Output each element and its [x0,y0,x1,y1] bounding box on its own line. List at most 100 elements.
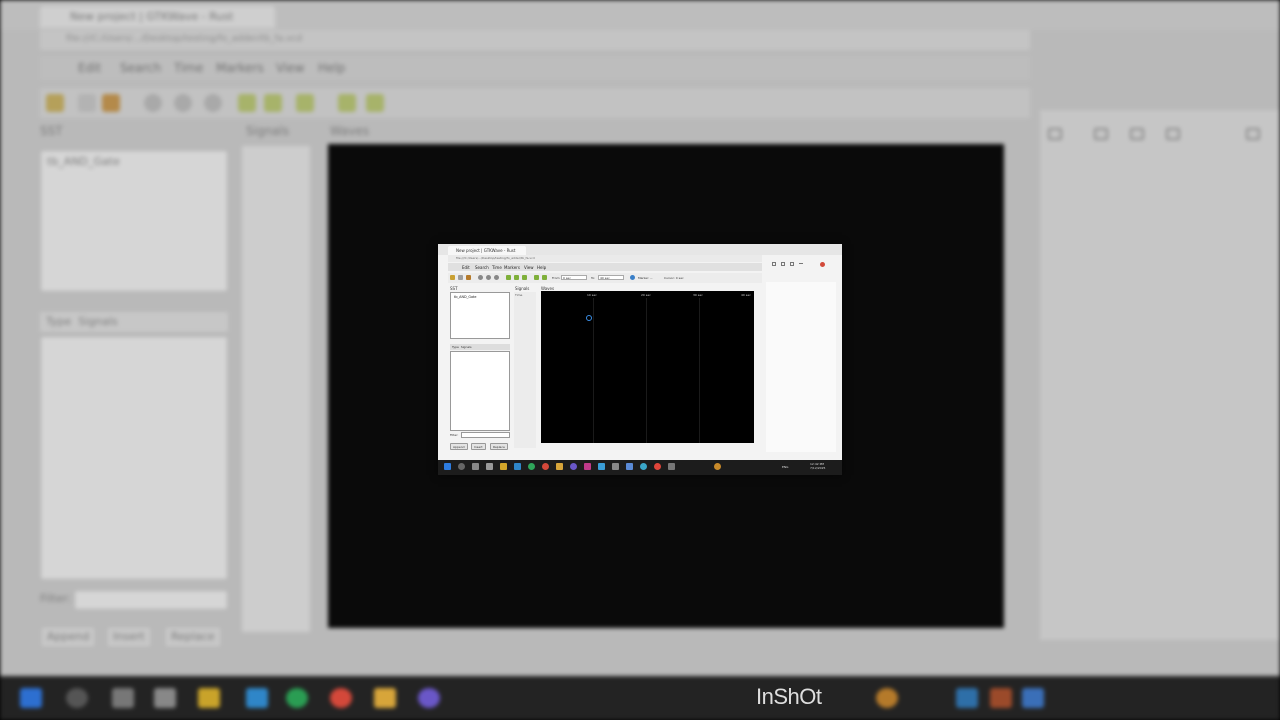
signal-type-list[interactable] [450,351,510,431]
time-tick: 10 sec [587,293,597,297]
bg-prev-icon [264,94,282,112]
bg-open-icon [46,94,64,112]
bg-signals-label: Signals [78,315,118,328]
append-button[interactable]: Append [450,443,468,450]
task-view-icon[interactable] [472,463,479,470]
bg-menu-markers: Markers [216,61,264,75]
browser-controls [772,260,836,268]
chrome-icon[interactable] [542,463,549,470]
video-frame: New project | GTKWave - Rust file:///C:/… [0,0,1280,720]
clock-date: 7/12/2025 [810,466,826,470]
bg-app-icon-1 [154,688,176,708]
menu-edit[interactable]: Edit [462,265,470,270]
from-label: From: [552,276,561,280]
edge-icon[interactable] [640,463,647,470]
save-icon[interactable] [458,275,463,280]
app-icon[interactable] [570,463,577,470]
profile-icon[interactable] [820,262,825,267]
first-edge-icon[interactable] [506,275,511,280]
browser-tab[interactable]: New project | GTKWave - Rust [448,246,526,255]
system-clock[interactable]: 12:42 PM 7/12/2025 [810,462,825,470]
refresh-icon[interactable] [781,262,785,266]
wave-canvas[interactable]: 10 sec 20 sec 30 sec 40 sec [541,291,754,443]
bg-right-pane [1040,110,1280,640]
signals-column-header: Signals [460,345,472,349]
bg-left-arrow-icon [338,94,356,112]
filter-input[interactable] [461,432,510,438]
replace-button[interactable]: Replace [490,443,508,450]
bg-zoom-in-icon [174,94,192,112]
open-icon[interactable] [450,275,455,280]
bg-insert-button: Insert [106,626,152,648]
language-indicator[interactable]: ENG [782,465,788,469]
bg-replace-button: Replace [164,626,222,648]
bg-menu-help: Help [318,61,346,75]
menu-markers[interactable]: Markers [504,265,520,270]
bg-first-icon [238,94,256,112]
signals-time-row: Time [515,293,523,297]
app-icon[interactable] [584,463,591,470]
bg-menu-search: Search [120,61,162,75]
time-tick: 40 sec [741,293,751,297]
menu-view[interactable]: View [524,265,534,270]
insert-button[interactable]: Insert [471,443,486,450]
bg-app-icon-4 [418,688,440,708]
zoom-out-icon[interactable] [494,275,499,280]
bg-next-icon [296,94,314,112]
folder-icon[interactable] [556,463,563,470]
tray-app-icon[interactable] [714,463,721,470]
bg-sst-header: SST [40,124,63,138]
clipboard-icon[interactable] [466,275,471,280]
bg-pane-icon-3 [1130,128,1144,140]
to-input[interactable]: 40 sec [598,275,624,280]
prev-edge-icon[interactable] [514,275,519,280]
bg-tray-icon-4 [1022,688,1044,708]
menu-search[interactable]: Search [475,265,489,270]
bg-filter-input [74,590,228,610]
menu-time[interactable]: Time [492,265,502,270]
app-icon[interactable] [626,463,633,470]
zoom-fit-icon[interactable] [478,275,483,280]
bg-signals-column [242,146,310,632]
search-icon[interactable] [458,463,465,470]
to-value: 40 sec [600,276,610,280]
app-icon[interactable] [500,463,507,470]
app-icon[interactable] [486,463,493,470]
left-arrow-icon[interactable] [534,275,539,280]
signals-pane[interactable] [514,292,536,448]
app-icon[interactable] [668,463,675,470]
back-icon[interactable] [772,262,776,266]
bg-tray-icon-1 [876,688,898,708]
app-icon[interactable] [598,463,605,470]
vscode-icon[interactable] [514,463,521,470]
bg-type-list [40,336,228,580]
browser-side-pane [766,282,836,452]
bg-url-bar: file:///C:/Users/.../Desktop/testing/fo_… [40,30,1030,50]
bg-pane-icon-5 [1246,128,1260,140]
bg-zoom-out-icon [204,94,222,112]
mouse-cursor-indicator [586,315,592,321]
signals-pane-header: Signals [515,286,530,291]
start-icon[interactable] [444,463,451,470]
menu-dots-icon[interactable] [799,263,803,264]
next-edge-icon[interactable] [522,275,527,280]
zoom-in-icon[interactable] [486,275,491,280]
whatsapp-icon[interactable] [528,463,535,470]
type-signals-header: Type Signals [450,344,510,350]
url-bar[interactable]: file:///C:/Users/.../Desktop/testing/fo_… [448,255,762,262]
sst-item[interactable]: tb_AND_Gate [454,295,476,299]
settings-icon[interactable] [612,463,619,470]
from-input[interactable]: 0 sec [561,275,587,280]
inshot-watermark: InShOt [756,684,822,709]
bg-start-icon [20,688,42,708]
time-tick: 20 sec [641,293,651,297]
bg-clipboard-icon [102,94,120,112]
app-icon[interactable] [654,463,661,470]
reload-icon[interactable] [630,275,635,280]
menu-help[interactable]: Help [537,265,546,270]
extensions-icon[interactable] [790,262,794,266]
grid-line [699,298,700,443]
bg-type-header: Type Signals [40,312,228,332]
browser-tab-title: New project | GTKWave - Rust [456,248,516,253]
right-arrow-icon[interactable] [542,275,547,280]
